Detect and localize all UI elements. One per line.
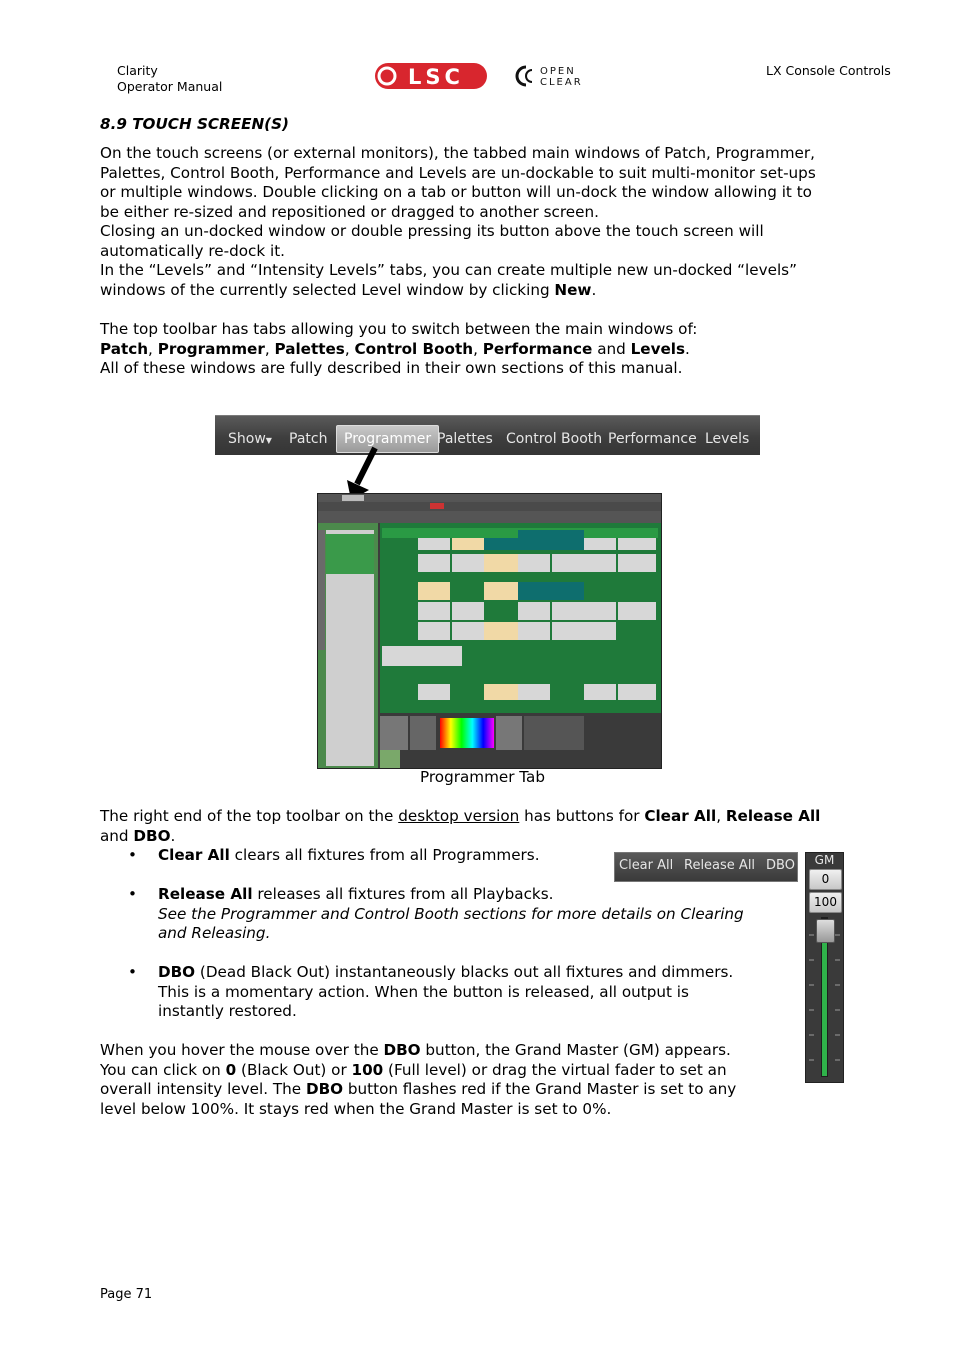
programmer-tab-screenshot xyxy=(317,493,662,769)
tab-show[interactable]: Show▼ xyxy=(228,426,272,452)
header-product: Clarity xyxy=(117,63,158,78)
gm-label: GM xyxy=(814,853,835,867)
text-line: In the “Levels” and “Intensity Levels” t… xyxy=(100,261,797,279)
text-line: be either re-sized and repositioned or d… xyxy=(100,202,599,221)
lsc-logo-text: LSC xyxy=(408,65,464,89)
header-left: Clarity Operator Manual xyxy=(117,63,222,95)
tab-control-booth[interactable]: Control Booth xyxy=(506,426,602,452)
text-line: and DBO. xyxy=(100,826,176,845)
lsc-logo: LSC xyxy=(374,62,488,90)
toolbar-paragraph: The top toolbar has tabs allowing you to… xyxy=(100,320,900,379)
gm-fader-handle[interactable] xyxy=(816,919,835,943)
gm-full-button[interactable]: 100 xyxy=(809,892,842,913)
dbo-button[interactable]: DBO xyxy=(766,858,795,873)
text-line: The top toolbar has tabs allowing you to… xyxy=(100,320,698,338)
header-right: LX Console Controls xyxy=(766,63,891,78)
bullet-icon: • xyxy=(128,885,137,903)
release-all-button[interactable]: Release All xyxy=(684,858,755,873)
desktop-paragraph: The right end of the top toolbar on the … xyxy=(100,807,900,846)
text-line: You can click on 0 (Black Out) or 100 (F… xyxy=(100,1060,727,1079)
section-title: 8.9 TOUCH SCREEN(S) xyxy=(100,115,289,133)
tab-levels[interactable]: Levels xyxy=(705,426,749,452)
list-item: • DBO (Dead Black Out) instantaneously b… xyxy=(128,963,734,1020)
text-line: windows of the currently selected Level … xyxy=(100,280,597,299)
text-line: level below 100%. It stays red when the … xyxy=(100,1099,612,1118)
openclear-logo: OPEN CLEAR xyxy=(510,64,610,88)
figure-caption: Programmer Tab xyxy=(420,768,545,786)
openclear-top: OPEN xyxy=(540,66,576,77)
text-line: overall intensity level. The DBO button … xyxy=(100,1080,737,1098)
grand-master-paragraph: When you hover the mouse over the DBO bu… xyxy=(100,1041,800,1119)
text-line: automatically re-dock it. xyxy=(100,241,286,260)
window-list: Patch, Programmer, Palettes, Control Boo… xyxy=(100,339,690,358)
list-item: • Release All releases all fixtures from… xyxy=(128,885,744,942)
bullet-icon: • xyxy=(128,846,137,864)
clear-all-button[interactable]: Clear All xyxy=(619,858,673,873)
page-number: Page 71 xyxy=(100,1287,153,1302)
text-line: Palettes, Control Booth, Performance and… xyxy=(100,163,816,182)
new-keyword: New xyxy=(554,280,592,299)
tab-performance[interactable]: Performance xyxy=(608,426,697,452)
dropdown-icon: ▼ xyxy=(265,436,272,445)
text-line: Closing an un-docked window or double pr… xyxy=(100,222,764,240)
text-line: The right end of the top toolbar on the … xyxy=(100,807,821,825)
gm-zero-button[interactable]: 0 xyxy=(809,869,842,890)
header-manual: Operator Manual xyxy=(117,79,223,94)
intro-paragraph: On the touch screens (or external monito… xyxy=(100,144,900,300)
main-toolbar-image: Show▼ Patch Programmer Palettes Control … xyxy=(215,415,760,455)
desktop-version-link[interactable]: desktop version xyxy=(398,807,519,825)
openclear-bottom: CLEAR xyxy=(540,77,583,88)
bullet-icon: • xyxy=(128,963,137,981)
text-line: All of these windows are fully described… xyxy=(100,359,683,377)
tab-patch[interactable]: Patch xyxy=(289,426,327,452)
tab-palettes[interactable]: Palettes xyxy=(437,426,493,452)
text-line: When you hover the mouse over the DBO bu… xyxy=(100,1041,731,1059)
text-line: or multiple windows. Double clicking on … xyxy=(100,183,812,201)
text-line: On the touch screens (or external monito… xyxy=(100,144,815,162)
grand-master-panel: GM 0 100 xyxy=(805,852,844,1083)
clear-release-toolbar: Clear All Release All DBO xyxy=(614,852,798,882)
